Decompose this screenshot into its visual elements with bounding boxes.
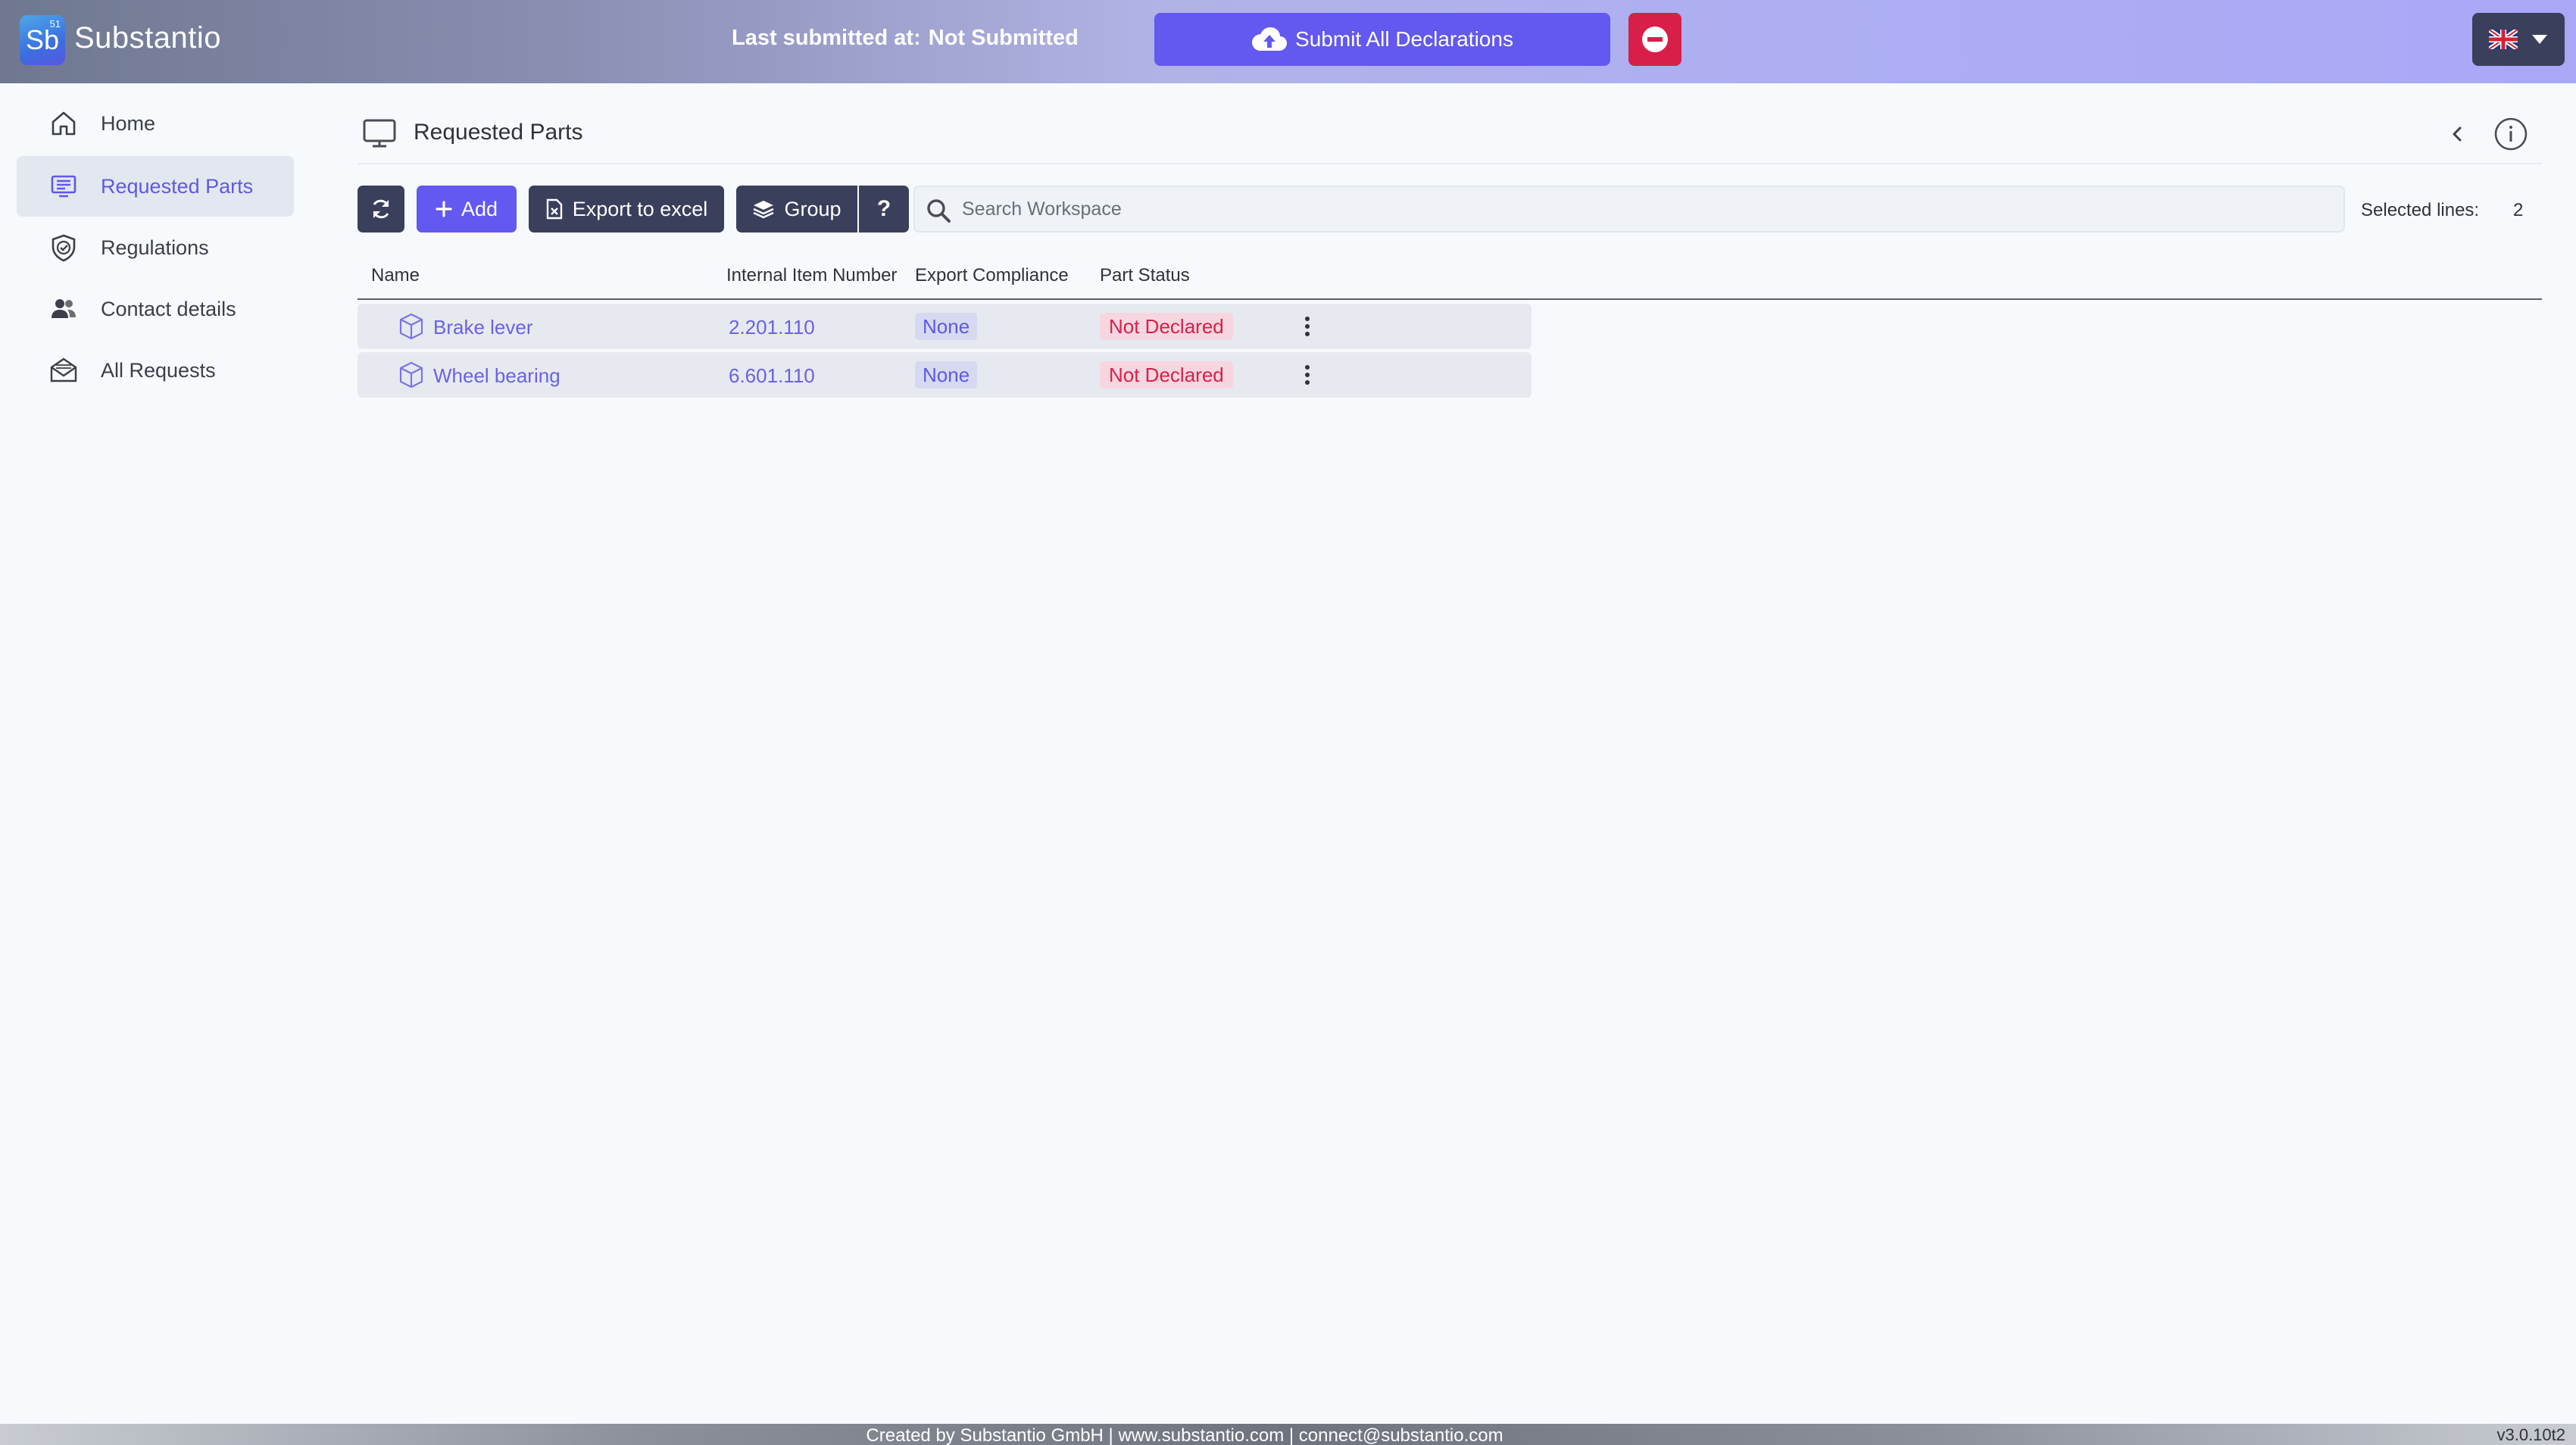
column-header-item-number[interactable]: Internal Item Number — [726, 265, 897, 286]
add-label: Add — [461, 197, 498, 220]
sidebar-item-contact-details[interactable]: Contact details — [17, 279, 294, 339]
last-submitted-label: Last submitted at: — [732, 26, 921, 50]
footer-credits: Created by Substantio GmbH | www.substan… — [866, 1425, 1503, 1445]
more-options-icon[interactable] — [1298, 313, 1316, 340]
group-help-button[interactable]: ? — [859, 186, 909, 233]
refresh-icon — [373, 199, 389, 219]
part-name-link[interactable]: Wheel bearing — [433, 364, 560, 388]
sidebar-item-label: Home — [101, 111, 156, 135]
part-status-badge: Not Declared — [1100, 313, 1233, 340]
monitor-icon — [363, 119, 396, 148]
brand-name: Substantio — [74, 21, 222, 55]
sidebar-item-label: Contact details — [101, 297, 236, 320]
last-submitted: Last submitted at: Not Submitted — [732, 26, 1079, 51]
submit-all-declarations-button[interactable]: Submit All Declarations — [1154, 13, 1610, 66]
chevron-down-icon — [2532, 35, 2547, 44]
column-header-export-compliance[interactable]: Export Compliance — [915, 265, 1069, 286]
more-options-icon[interactable] — [1298, 361, 1316, 389]
cancel-submission-button[interactable] — [1628, 13, 1681, 66]
search-input[interactable] — [962, 195, 2325, 223]
export-to-excel-button[interactable]: Export to excel — [529, 186, 724, 233]
cube-icon — [399, 313, 423, 340]
uk-flag-icon — [2489, 30, 2518, 49]
export-compliance-badge: None — [915, 313, 978, 340]
column-header-part-status[interactable]: Part Status — [1100, 265, 1190, 286]
info-icon[interactable] — [2493, 117, 2528, 151]
part-status-badge: Not Declared — [1100, 361, 1233, 389]
monitor-list-icon — [51, 175, 76, 198]
excel-file-icon — [546, 198, 562, 220]
sidebar-item-requested-parts[interactable]: Requested Parts — [17, 156, 294, 217]
main-content: Requested Parts Add Export to excel Grou… — [311, 83, 2576, 1424]
users-icon — [52, 299, 76, 318]
page-title: Requested Parts — [414, 120, 583, 145]
column-header-name[interactable]: Name — [371, 265, 420, 286]
sidebar-item-home[interactable]: Home — [17, 93, 294, 154]
sidebar: Home Requested Parts Regulations Contact… — [0, 83, 311, 1424]
part-name-link[interactable]: Brake lever — [433, 316, 533, 339]
group-label: Group — [784, 197, 841, 220]
export-label: Export to excel — [572, 197, 708, 220]
language-selector[interactable] — [2472, 13, 2565, 66]
chevron-left-icon[interactable] — [2446, 123, 2469, 145]
selected-lines-label: Selected lines: — [2361, 200, 2480, 220]
cube-icon — [399, 361, 423, 389]
cloud-upload-icon — [1252, 27, 1288, 51]
table-row[interactable]: Brake lever 2.201.110 None Not Declared — [358, 304, 1532, 349]
group-button[interactable]: Group — [736, 186, 857, 233]
add-button[interactable]: Add — [417, 186, 517, 233]
sidebar-item-label: All Requests — [101, 358, 216, 382]
help-label: ? — [876, 196, 891, 221]
layers-icon — [753, 201, 775, 219]
home-icon — [52, 111, 76, 136]
sidebar-item-label: Requested Parts — [101, 174, 254, 198]
search-workspace — [913, 186, 2345, 233]
item-number: 2.201.110 — [729, 316, 815, 339]
submit-all-label: Submit All Declarations — [1295, 27, 1513, 51]
app-version: v3.0.10t2 — [2496, 1425, 2565, 1444]
shield-check-icon — [52, 234, 76, 262]
sidebar-item-regulations[interactable]: Regulations — [17, 217, 294, 278]
sidebar-item-label: Regulations — [101, 236, 209, 259]
selected-lines-count: 2 — [2513, 200, 2524, 220]
refresh-button[interactable] — [358, 186, 404, 233]
plus-icon — [436, 201, 452, 217]
brand-logo[interactable]: Sb 51 — [20, 15, 65, 65]
table-row[interactable]: Wheel bearing 6.601.110 None Not Declare… — [358, 352, 1532, 398]
header-divider — [358, 163, 2542, 164]
top-header: Sb 51 Substantio Last submitted at: Not … — [0, 0, 2576, 83]
export-compliance-badge: None — [915, 361, 978, 389]
brand-logo-superscript: 51 — [49, 18, 61, 30]
item-number: 6.601.110 — [729, 364, 815, 387]
last-submitted-value: Not Submitted — [928, 26, 1079, 50]
footer: Created by Substantio GmbH | www.substan… — [0, 1424, 2576, 1445]
table-header-divider — [358, 298, 2542, 300]
minus-circle-icon — [1642, 27, 1668, 52]
sidebar-item-all-requests[interactable]: All Requests — [17, 340, 294, 401]
search-icon — [927, 199, 951, 223]
mail-open-icon — [50, 357, 77, 382]
